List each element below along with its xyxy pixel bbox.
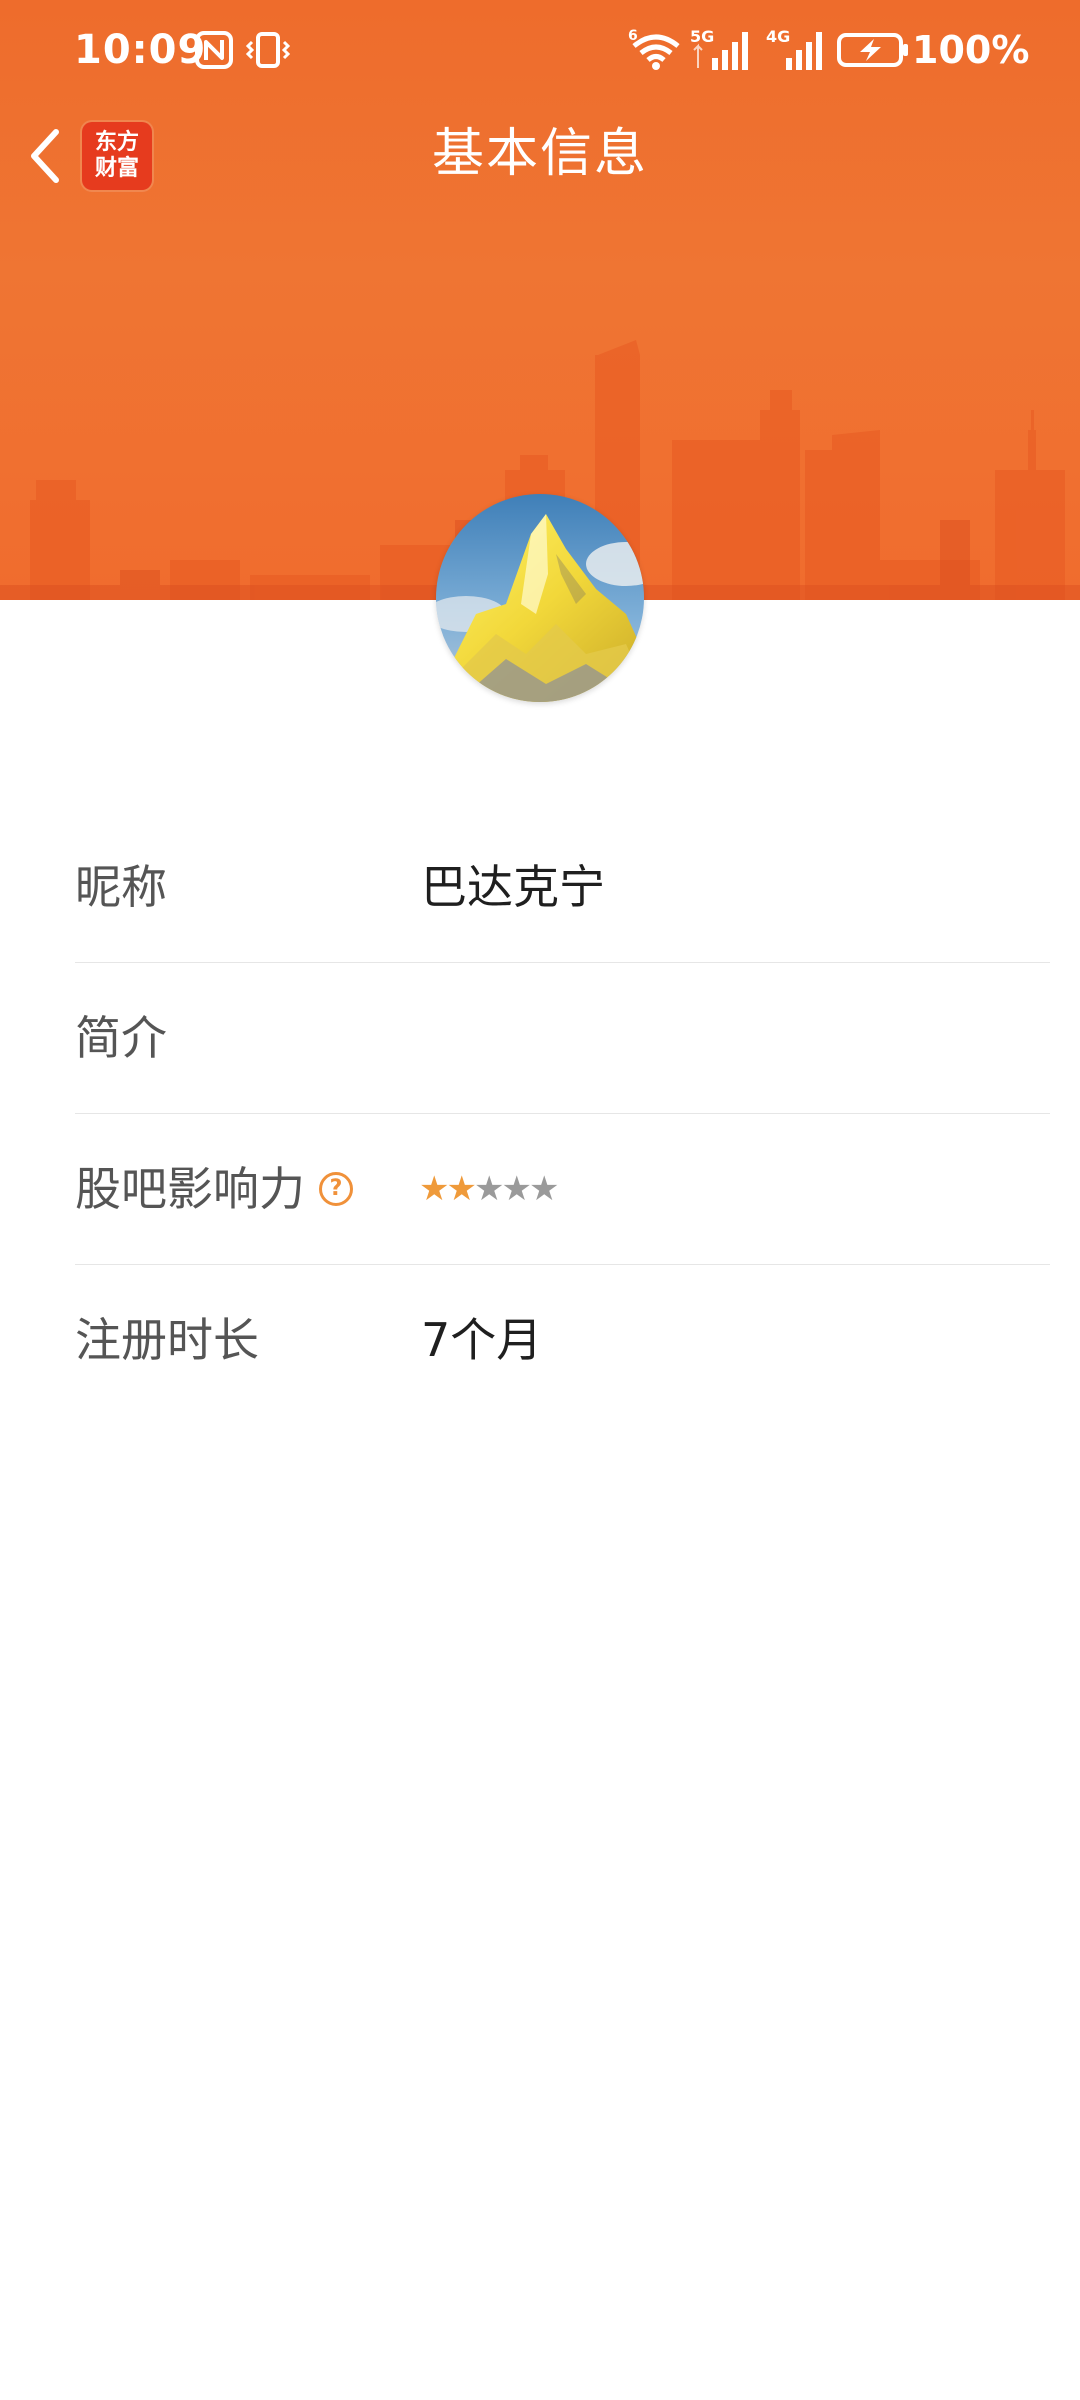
mountain-avatar-image (436, 494, 644, 702)
star-filled-icon: ★ (446, 1169, 477, 1209)
avatar[interactable] (436, 494, 644, 702)
influence-label-wrap: 股吧影响力 ? (75, 1114, 353, 1264)
influence-label: 股吧影响力 (75, 1162, 305, 1216)
profile-info-list: 昵称 巴达克宁 简介 股吧影响力 ? ★ ★ ★ ★ ★ 注册时长 7个月 (75, 812, 1050, 1415)
nfc-icon (195, 31, 233, 69)
nickname-label: 昵称 (75, 860, 167, 914)
wifi-icon: 6 (628, 28, 680, 70)
registration-duration-label: 注册时长 (75, 1313, 259, 1367)
nickname-row: 昵称 巴达克宁 (75, 812, 1050, 963)
battery-percentage: 100% (912, 28, 1030, 72)
star-empty-icon: ★ (473, 1169, 505, 1209)
influence-star-rating: ★ ★ ★ ★ ★ (419, 1114, 560, 1264)
bio-row: 简介 (75, 963, 1050, 1114)
help-icon[interactable]: ? (319, 1172, 353, 1206)
influence-row: 股吧影响力 ? ★ ★ ★ ★ ★ (75, 1114, 1050, 1265)
registration-duration-row: 注册时长 7个月 (75, 1265, 1050, 1415)
status-time: 10:09 (74, 27, 207, 73)
nickname-value: 巴达克宁 (421, 860, 605, 914)
svg-text:5G: 5G (690, 27, 714, 46)
star-filled-icon: ★ (419, 1169, 450, 1209)
star-empty-icon: ★ (501, 1169, 532, 1209)
signal-5g-icon: 5G (690, 27, 748, 70)
bio-label: 简介 (75, 1011, 167, 1065)
signal-4g-icon: 4G (766, 27, 822, 70)
vibrate-icon (245, 32, 291, 68)
star-empty-icon: ★ (528, 1169, 560, 1209)
screen: 10:09 6 5G 4G 100% 东方 财富 基本信息 昵称 巴达克宁 简介… (0, 0, 1080, 2400)
svg-text:4G: 4G (766, 27, 790, 46)
registration-duration-value: 7个月 (421, 1313, 543, 1367)
status-bar: 10:09 6 5G 4G 100% (0, 0, 1080, 100)
page-title: 基本信息 (431, 124, 648, 184)
battery-charging-icon (837, 33, 908, 67)
